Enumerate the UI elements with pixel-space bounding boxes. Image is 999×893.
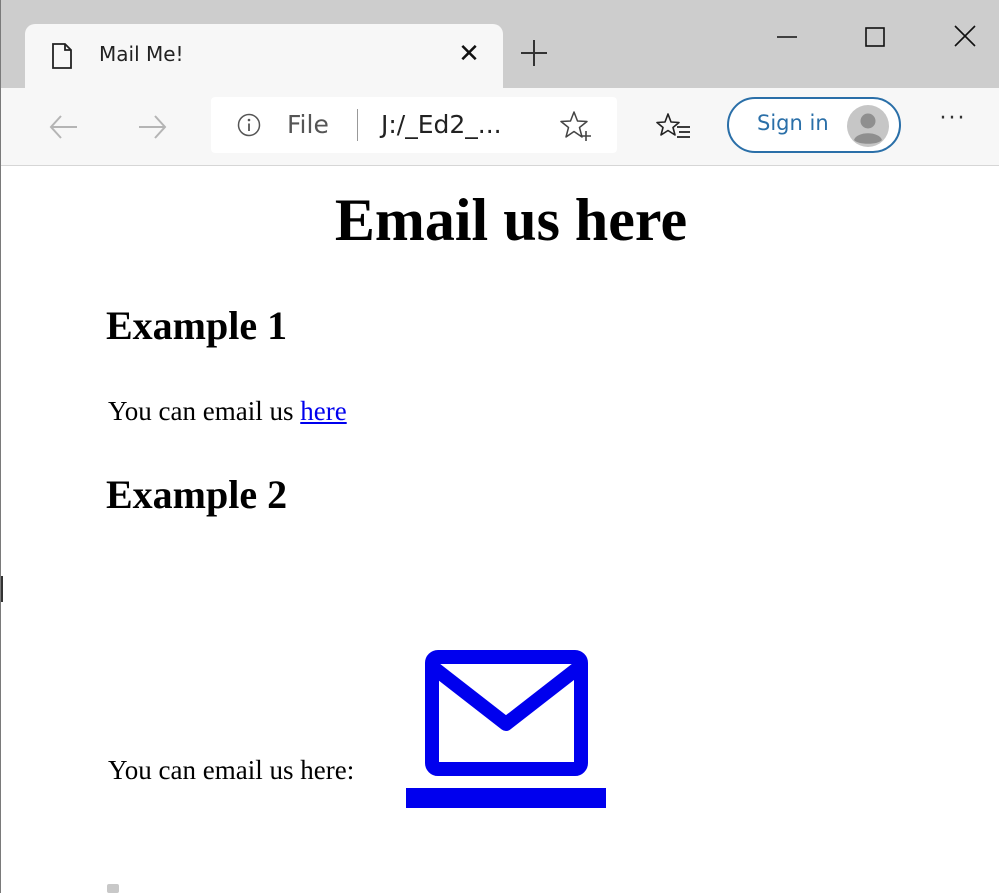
page-content: Email us here Example 1 You can email us…	[2, 166, 999, 893]
back-arrow-icon[interactable]	[45, 108, 83, 146]
tab-strip: Mail Me! ✕	[1, 0, 999, 88]
sign-in-button[interactable]: Sign in	[727, 97, 901, 153]
browser-toolbar: File J:/_Ed2_... Sign in ···	[1, 88, 999, 166]
example-1-heading: Example 1	[106, 303, 288, 348]
email-link[interactable]: here	[300, 396, 346, 426]
more-menu-icon[interactable]: ···	[933, 106, 973, 144]
avatar-icon	[847, 105, 889, 147]
info-icon[interactable]	[237, 113, 261, 137]
favorites-icon[interactable]	[655, 108, 693, 146]
page-icon	[52, 43, 72, 69]
mail-icon-link[interactable]	[406, 646, 606, 808]
maximize-icon[interactable]	[857, 22, 893, 52]
address-scheme: File	[287, 110, 329, 139]
tab-title: Mail Me!	[99, 42, 184, 66]
page-title: Email us here	[334, 187, 688, 253]
forward-arrow-icon[interactable]	[133, 108, 171, 146]
address-url[interactable]: J:/_Ed2_...	[381, 110, 502, 139]
close-icon[interactable]	[947, 22, 983, 52]
address-separator	[357, 109, 358, 141]
scroll-indicator	[107, 884, 119, 893]
example-1-text: You can email us here	[108, 395, 347, 427]
example-2-text: You can email us here:	[108, 755, 355, 785]
mail-icon	[406, 650, 606, 808]
sign-in-label: Sign in	[757, 111, 829, 135]
minimize-icon[interactable]	[769, 22, 805, 52]
example-2-heading: Example 2	[106, 472, 288, 517]
add-favorite-icon[interactable]	[559, 109, 593, 143]
tab-close-icon[interactable]: ✕	[455, 40, 483, 68]
new-tab-plus-icon[interactable]	[517, 36, 551, 70]
example-1-text-prefix: You can email us	[108, 396, 301, 426]
address-bar[interactable]: File J:/_Ed2_...	[211, 97, 617, 153]
browser-window: Mail Me! ✕ File J:/_Ed2_... Sign in ··· …	[0, 0, 999, 893]
tab-mail-me[interactable]: Mail Me! ✕	[25, 24, 503, 88]
window-edge-mark	[1, 576, 3, 602]
